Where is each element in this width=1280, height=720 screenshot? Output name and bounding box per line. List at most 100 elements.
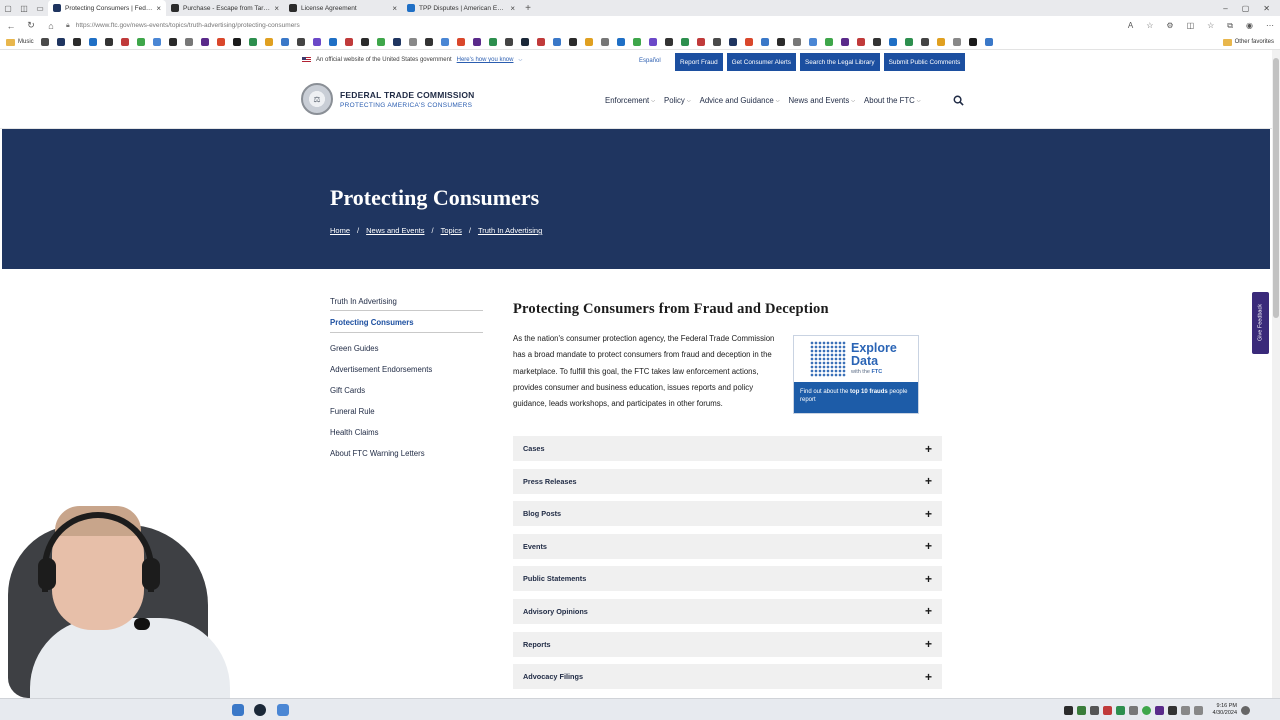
report-fraud-button[interactable]: Report Fraud (675, 53, 723, 71)
taskbar-clock[interactable]: 9:16 PM 4/30/2024 (1213, 703, 1237, 717)
bookmark-favicon-icon[interactable] (392, 38, 401, 46)
tab-license[interactable]: License Agreement × (284, 0, 402, 16)
bookmark-favicon-icon[interactable] (888, 38, 897, 46)
give-feedback-tab[interactable]: Give Feedback (1252, 292, 1269, 354)
bookmark-favicon-icon[interactable] (744, 38, 753, 46)
bookmark-favicon-icon[interactable] (408, 38, 417, 46)
other-favorites[interactable]: Other favorites (1222, 38, 1274, 46)
bookmark-favicon-icon[interactable] (536, 38, 545, 46)
accordion-public-statements[interactable]: Public Statements + (513, 566, 942, 592)
bookmark-favicon-icon[interactable] (552, 38, 561, 46)
read-aloud-icon[interactable]: A (1128, 21, 1133, 31)
bookmark-favicon-icon[interactable] (808, 38, 817, 46)
workspaces-icon[interactable]: ◫ (16, 0, 32, 16)
bookmark-favicon-icon[interactable] (984, 38, 993, 46)
url-field[interactable]: 🔒︎ https://www.ftc.gov/news-events/topic… (66, 22, 1118, 30)
bookmark-favicon-icon[interactable] (584, 38, 593, 46)
accordion-reports[interactable]: Reports + (513, 631, 942, 657)
tray-app-icon[interactable] (1102, 705, 1112, 715)
bookmark-favicon-icon[interactable] (136, 38, 145, 46)
breadcrumb-home[interactable]: Home (330, 226, 350, 235)
bookmark-favicon-icon[interactable] (248, 38, 257, 46)
split-screen-icon[interactable]: ◫ (1187, 21, 1195, 31)
accordion-advisory-opinions[interactable]: Advisory Opinions + (513, 598, 942, 624)
sidenav-green-guides[interactable]: Green Guides (330, 338, 483, 359)
nav-policy[interactable]: Policy ⌵ (664, 96, 691, 105)
breadcrumb-topics[interactable]: Topics (441, 226, 462, 235)
bookmark-favicon-icon[interactable] (440, 38, 449, 46)
tray-app-icon[interactable] (1154, 705, 1164, 715)
bookmark-favicon-icon[interactable] (104, 38, 113, 46)
bookmark-favicon-icon[interactable] (216, 38, 225, 46)
accordion-blog-posts[interactable]: Blog Posts + (513, 501, 942, 527)
tab-ftc[interactable]: Protecting Consumers | Federal Trade Com… (48, 0, 166, 16)
nav-advice[interactable]: Advice and Guidance ⌵ (700, 96, 780, 105)
heres-how-you-know-link[interactable]: Here's how you know (457, 57, 514, 63)
search-icon[interactable] (953, 95, 964, 106)
minimize-icon[interactable]: – (1223, 4, 1227, 13)
bookmark-favicon-icon[interactable] (600, 38, 609, 46)
bookmark-favicon-icon[interactable] (936, 38, 945, 46)
bookmark-favicon-icon[interactable] (728, 38, 737, 46)
tray-app-icon[interactable] (1141, 705, 1151, 715)
ftc-seal-logo[interactable]: ⚖ (301, 83, 333, 115)
nav-about[interactable]: About the FTC ⌵ (864, 96, 921, 105)
nav-enforcement[interactable]: Enforcement ⌵ (605, 96, 655, 105)
bookmark-folder-music[interactable]: Music (6, 38, 34, 46)
nav-news-events[interactable]: News and Events ⌵ (789, 96, 855, 105)
new-tab-plus-icon[interactable]: + (520, 3, 536, 14)
bookmark-favicon-icon[interactable] (152, 38, 161, 46)
bookmark-favicon-icon[interactable] (40, 38, 49, 46)
bookmark-favicon-icon[interactable] (568, 38, 577, 46)
bookmark-favicon-icon[interactable] (504, 38, 513, 46)
close-tab-icon[interactable]: × (510, 4, 515, 13)
more-menu-icon[interactable]: ⋯ (1266, 21, 1274, 31)
tray-app-icon[interactable] (1115, 705, 1125, 715)
consumer-alerts-button[interactable]: Get Consumer Alerts (726, 53, 796, 71)
explore-data-promo[interactable]: Explore Data with the FTC Find out about… (793, 335, 919, 414)
bookmark-favicon-icon[interactable] (200, 38, 209, 46)
volume-icon[interactable] (1193, 705, 1203, 715)
collections-icon[interactable]: ⧉ (1227, 21, 1233, 31)
bookmark-favicon-icon[interactable] (184, 38, 193, 46)
espanol-link[interactable]: Español (639, 58, 661, 64)
legal-library-button[interactable]: Search the Legal Library (799, 53, 880, 71)
bookmark-favicon-icon[interactable] (120, 38, 129, 46)
bookmark-favicon-icon[interactable] (776, 38, 785, 46)
bookmark-favicon-icon[interactable] (520, 38, 529, 46)
tab-tarkov[interactable]: Purchase - Escape from Tarkov × (166, 0, 284, 16)
tab-actions-icon[interactable]: ▭ (32, 0, 48, 16)
home-icon[interactable]: ⌂ (46, 21, 56, 31)
sidenav-truth-in-advertising[interactable]: Truth In Advertising (330, 297, 483, 311)
sidenav-endorsements[interactable]: Advertisement Endorsements (330, 359, 483, 380)
taskbar-app-icon[interactable] (277, 704, 289, 716)
sidenav-gift-cards[interactable]: Gift Cards (330, 380, 483, 401)
bookmark-favicon-icon[interactable] (968, 38, 977, 46)
close-tab-icon[interactable]: × (274, 4, 279, 13)
bookmark-favicon-icon[interactable] (472, 38, 481, 46)
bookmark-favicon-icon[interactable] (872, 38, 881, 46)
bookmark-favicon-icon[interactable] (648, 38, 657, 46)
accordion-advocacy-filings[interactable]: Advocacy Filings + (513, 664, 942, 690)
tab-amex[interactable]: TPP Disputes | American Express × (402, 0, 520, 16)
favorites-icon[interactable]: ☆ (1207, 21, 1214, 31)
back-arrow-icon[interactable]: ← (6, 21, 16, 31)
accordion-events[interactable]: Events + (513, 533, 942, 559)
profile-icon[interactable]: ◉ (1246, 21, 1253, 31)
close-tab-icon[interactable]: × (392, 4, 397, 13)
extensions-icon[interactable]: ⚙ (1166, 21, 1173, 31)
bookmark-favicon-icon[interactable] (72, 38, 81, 46)
sidenav-funeral-rule[interactable]: Funeral Rule (330, 401, 483, 422)
bookmark-favicon-icon[interactable] (952, 38, 961, 46)
favorite-star-icon[interactable]: ☆ (1146, 21, 1153, 31)
bookmark-favicon-icon[interactable] (88, 38, 97, 46)
steam-icon[interactable] (254, 704, 266, 716)
sidenav-warning-letters[interactable]: About FTC Warning Letters (330, 443, 483, 464)
tray-app-icon[interactable] (1076, 705, 1086, 715)
close-window-icon[interactable]: ✕ (1263, 4, 1270, 13)
bookmark-favicon-icon[interactable] (328, 38, 337, 46)
bookmark-favicon-icon[interactable] (760, 38, 769, 46)
bookmark-favicon-icon[interactable] (344, 38, 353, 46)
breadcrumb-truth-in-advertising[interactable]: Truth In Advertising (478, 226, 542, 235)
bookmark-favicon-icon[interactable] (712, 38, 721, 46)
